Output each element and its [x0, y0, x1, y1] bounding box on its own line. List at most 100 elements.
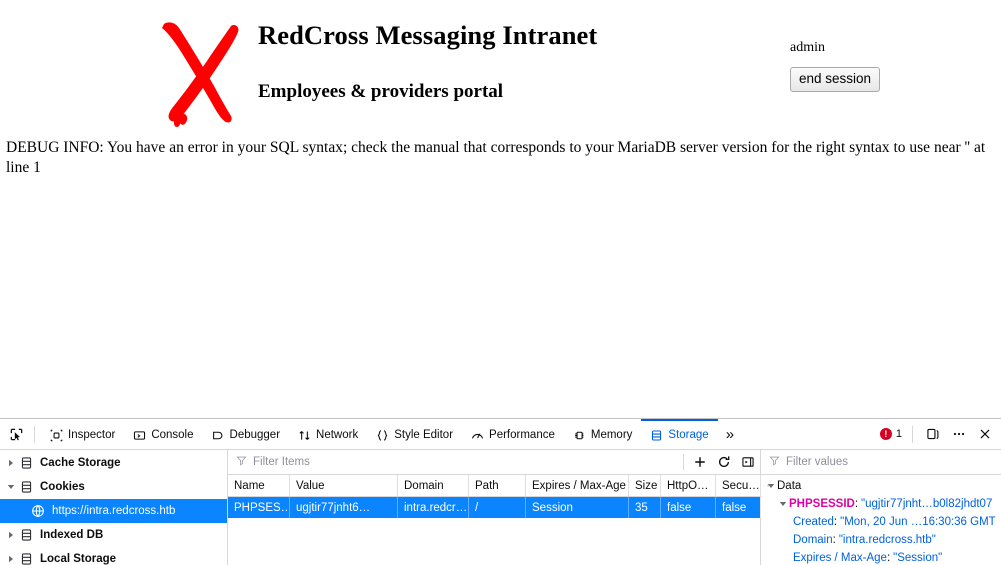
column-header-domain[interactable]: Domain	[398, 475, 469, 496]
cell-expires: Session	[526, 497, 629, 518]
close-devtools-icon[interactable]	[973, 422, 997, 446]
filter-icon	[769, 455, 780, 469]
meatball-menu-icon[interactable]	[947, 422, 971, 446]
filter-values-placeholder: Filter values	[786, 455, 848, 468]
tree-item-label: Local Storage	[40, 553, 117, 565]
filter-icon	[236, 455, 247, 469]
tree-item-label: https://intra.redcross.htb	[52, 505, 176, 517]
values-value-expires: "Session"	[893, 551, 943, 564]
tree-item-indexed-db[interactable]: Indexed DB	[0, 523, 227, 547]
developer-tools-panel: Inspector Console Debugger Network Style…	[0, 418, 1001, 565]
tree-item-host-intra-redcross[interactable]: https://intra.redcross.htb	[0, 499, 227, 523]
error-count-label: 1	[895, 428, 902, 440]
cell-size: 35	[629, 497, 661, 518]
values-tree-root[interactable]: Data	[761, 477, 1001, 495]
toggle-sidebar-button[interactable]	[736, 451, 760, 473]
tab-memory[interactable]: Memory	[564, 419, 642, 450]
tab-performance-label: Performance	[489, 429, 555, 441]
page-title: RedCross Messaging Intranet	[258, 20, 598, 50]
red-x-logo	[152, 16, 244, 128]
values-tree-item-phpsessid[interactable]: PHPSESSID : "ugjtir77jnht…b0l82jhdt07	[761, 495, 1001, 513]
tab-console[interactable]: Console	[124, 419, 202, 450]
tab-debugger-label: Debugger	[229, 429, 281, 441]
values-colon: :	[833, 515, 838, 528]
toolbar-divider	[683, 454, 684, 470]
storage-tree-sidebar: Cache Storage Cookies https://intra.redc…	[0, 450, 228, 565]
tab-network[interactable]: Network	[289, 419, 367, 450]
column-header-path[interactable]: Path	[469, 475, 526, 496]
items-table-header-row: Name Value Domain Path Expires / Max-Age…	[228, 475, 769, 497]
database-icon	[18, 551, 34, 565]
sql-debug-message: DEBUG INFO: You have an error in your SQ…	[6, 139, 986, 177]
tab-inspector-label: Inspector	[68, 429, 116, 441]
values-colon: :	[854, 497, 859, 510]
column-header-httponly[interactable]: HttpO…	[661, 475, 716, 496]
error-count-badge[interactable]: ! 1	[874, 428, 908, 440]
database-icon	[18, 479, 34, 495]
end-session-button[interactable]: end session	[790, 67, 881, 92]
toolbar-divider-right	[912, 425, 913, 443]
tab-performance[interactable]: Performance	[462, 419, 564, 450]
tab-style-editor[interactable]: Style Editor	[367, 419, 462, 450]
cell-name: PHPSES…	[228, 497, 290, 518]
tab-memory-label: Memory	[590, 429, 633, 441]
values-colon: :	[832, 533, 836, 546]
tree-item-local-storage[interactable]: Local Storage	[0, 547, 227, 565]
tab-console-label: Console	[151, 429, 194, 441]
storage-panel-body: Cache Storage Cookies https://intra.redc…	[0, 450, 1001, 565]
chevron-right-icon[interactable]	[4, 552, 18, 565]
cell-secure: false	[716, 497, 761, 518]
values-key-domain: Domain	[793, 533, 833, 546]
chevron-down-icon[interactable]	[777, 500, 789, 508]
table-row[interactable]: PHPSES… ugjtir77jnht6… intra.redcr… / Se…	[228, 497, 769, 518]
tree-item-cache-storage[interactable]: Cache Storage	[0, 451, 227, 475]
values-key-expires: Expires / Max-Age	[793, 551, 887, 564]
element-picker-icon[interactable]	[4, 422, 29, 446]
column-options-chevron-icon[interactable]	[761, 475, 775, 496]
error-icon: !	[879, 428, 892, 440]
column-header-name[interactable]: Name	[228, 475, 290, 496]
values-tree-item-domain[interactable]: Domain : "intra.redcross.htb"	[761, 531, 1001, 549]
web-page-content: RedCross Messaging Intranet Employees & …	[0, 0, 1001, 418]
values-key-phpsessid: PHPSESSID	[789, 497, 855, 510]
tree-item-label: Indexed DB	[40, 529, 104, 541]
values-root-label: Data	[777, 479, 802, 492]
chevron-right-icon[interactable]	[4, 456, 18, 470]
chevron-down-icon[interactable]	[4, 480, 18, 494]
row-options-chevron-icon[interactable]	[761, 497, 775, 518]
column-header-value[interactable]: Value	[290, 475, 398, 496]
values-tree: Data PHPSESSID : "ugjtir77jnht…b0l82jhdt…	[761, 475, 1001, 565]
tab-style-editor-label: Style Editor	[394, 429, 454, 441]
devtools-toolbar-right: ! 1	[874, 422, 1001, 446]
filter-items-input[interactable]: Filter Items	[236, 455, 679, 469]
filter-values-input[interactable]: Filter values	[761, 450, 1001, 475]
column-header-size[interactable]: Size	[629, 475, 661, 496]
tab-storage[interactable]: Storage	[641, 418, 718, 450]
tab-network-label: Network	[316, 429, 359, 441]
cell-httponly: false	[661, 497, 716, 518]
values-tree-item-expires[interactable]: Expires / Max-Age : "Session"	[761, 549, 1001, 565]
values-key-created: Created	[793, 515, 834, 528]
tab-storage-label: Storage	[668, 429, 709, 441]
more-tabs-chevron-icon[interactable]: »	[718, 419, 742, 450]
database-icon	[18, 455, 34, 471]
column-header-expires[interactable]: Expires / Max-Age	[526, 475, 629, 496]
values-tree-item-created[interactable]: Created : "Mon, 20 Jun …16:30:36 GMT	[761, 513, 1001, 531]
add-item-button[interactable]	[688, 451, 712, 473]
tab-inspector[interactable]: Inspector	[41, 419, 124, 450]
tree-item-cookies[interactable]: Cookies	[0, 475, 227, 499]
title-block: RedCross Messaging Intranet Employees & …	[258, 20, 598, 102]
globe-icon	[30, 503, 46, 519]
site-header: RedCross Messaging Intranet Employees & …	[0, 0, 1001, 132]
filter-items-placeholder: Filter Items	[253, 456, 310, 468]
cell-domain: intra.redcr…	[398, 497, 469, 518]
values-value-domain: "intra.redcross.htb"	[838, 533, 936, 546]
column-header-secure[interactable]: Secu…	[716, 475, 761, 496]
tab-debugger[interactable]: Debugger	[203, 419, 290, 450]
dock-position-icon[interactable]	[921, 422, 945, 446]
chevron-right-icon[interactable]	[4, 528, 18, 542]
values-colon: :	[886, 551, 891, 564]
user-session-block: admin end session	[790, 40, 881, 92]
page-subtitle: Employees & providers portal	[258, 81, 504, 102]
refresh-items-button[interactable]	[712, 451, 736, 473]
